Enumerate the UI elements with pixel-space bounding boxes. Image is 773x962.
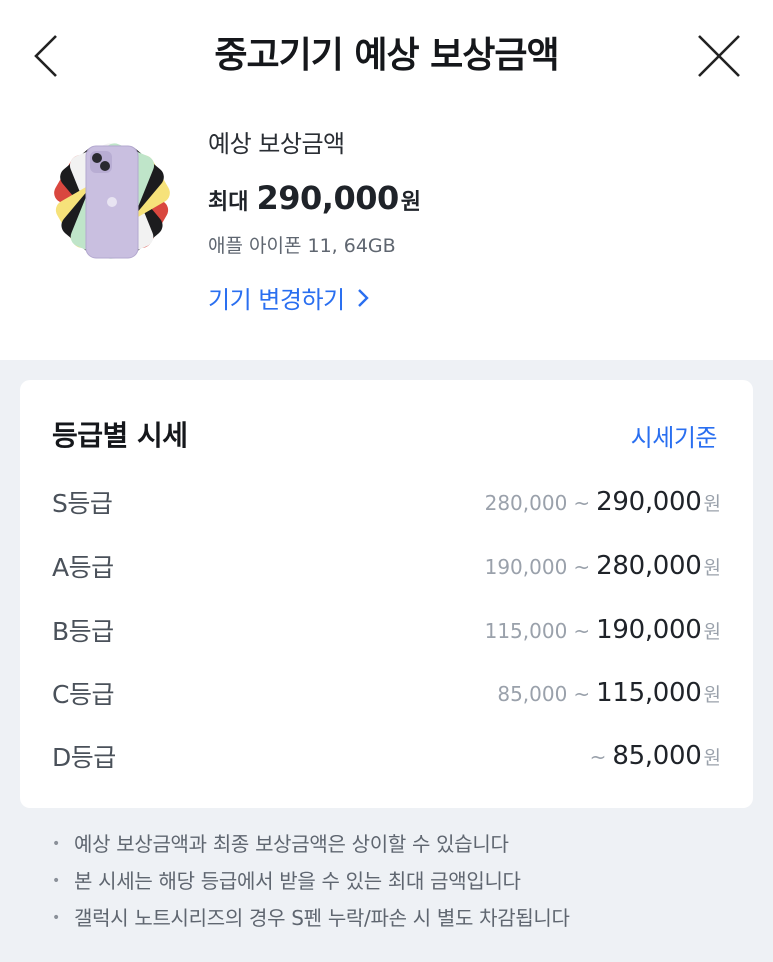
price-value: 290,000 [256, 179, 399, 217]
grade-max: 280,000 [596, 551, 702, 581]
grade-row-a: A등급 190,000 ~ 280,000 원 [52, 546, 721, 586]
grade-row-b: B등급 115,000 ~ 190,000 원 [52, 610, 721, 650]
price-prefix: 최대 [208, 190, 249, 215]
grade-tilde: ~ [573, 682, 591, 706]
grade-row-d: D등급 ~ 85,000 원 [52, 736, 721, 776]
grade-range: 85,000 ~ 115,000 원 [497, 678, 721, 708]
note-text: 갤럭시 노트시리즈의 경우 S펜 누락/파손 시 별도 차감됩니다 [74, 906, 570, 930]
close-icon [698, 35, 740, 77]
note-text: 예상 보상금액과 최종 보상금액은 상이할 수 있습니다 [74, 832, 509, 856]
max-price: 최대 290,000 원 [208, 179, 421, 217]
grade-tilde: ~ [589, 745, 607, 769]
grade-max: 85,000 [612, 741, 702, 771]
grade-price-card: 등급별 시세 시세기준 S등급 280,000 ~ 290,000 원 A등급 … [20, 380, 753, 808]
grade-unit: 원 [703, 684, 721, 706]
grade-label: S등급 [52, 489, 113, 518]
note-text: 본 시세는 해당 등급에서 받을 수 있는 최대 금액입니다 [74, 869, 521, 893]
grade-row-c: C등급 85,000 ~ 115,000 원 [52, 673, 721, 713]
bullet-icon: • [52, 910, 60, 926]
price-unit: 원 [400, 190, 421, 215]
header: 중고기기 예상 보상금액 [0, 0, 773, 108]
bullet-icon: • [52, 836, 60, 852]
grade-tilde: ~ [573, 619, 591, 643]
device-name: 애플 아이폰 11, 64GB [208, 235, 396, 257]
grade-unit: 원 [703, 621, 721, 643]
phone-image [48, 138, 176, 266]
grade-label: B등급 [52, 617, 114, 646]
price-criteria-link[interactable]: 시세기준 [631, 418, 718, 453]
bullet-icon: • [52, 873, 60, 889]
grade-range: 190,000 ~ 280,000 원 [485, 551, 721, 581]
grade-label: A등급 [52, 553, 114, 582]
grade-max: 190,000 [596, 615, 702, 645]
card-header: 등급별 시세 시세기준 [20, 380, 753, 490]
change-device-label: 기기 변경하기 [208, 286, 345, 314]
grade-min: 115,000 [484, 619, 568, 643]
grade-label: D등급 [52, 743, 116, 772]
note-item: • 갤럭시 노트시리즈의 경우 S펜 누락/파손 시 별도 차감됩니다 [52, 900, 752, 937]
grade-range: 280,000 ~ 290,000 원 [485, 487, 721, 517]
grade-max: 115,000 [596, 678, 702, 708]
grade-unit: 원 [703, 747, 721, 769]
grade-range: ~ 85,000 원 [584, 741, 721, 771]
grade-unit: 원 [703, 557, 721, 579]
top-section: 중고기기 예상 보상금액 예상 보상금액 최대 290,000 원 애플 아이폰… [0, 0, 773, 360]
notes-list: • 예상 보상금액과 최종 보상금액은 상이할 수 있습니다 • 본 시세는 해… [52, 826, 752, 937]
page-title: 중고기기 예상 보상금액 [214, 35, 559, 76]
note-item: • 본 시세는 해당 등급에서 받을 수 있는 최대 금액입니다 [52, 863, 752, 900]
estimate-label: 예상 보상금액 [208, 130, 345, 158]
change-device-link[interactable]: 기기 변경하기 [208, 280, 421, 315]
note-item: • 예상 보상금액과 최종 보상금액은 상이할 수 있습니다 [52, 826, 752, 863]
product-summary: 예상 보상금액 최대 290,000 원 애플 아이폰 11, 64GB 기기 … [0, 108, 773, 360]
grade-min: 190,000 [484, 555, 568, 579]
grade-label: C등급 [52, 680, 114, 709]
grade-row-s: S등급 280,000 ~ 290,000 원 [52, 482, 721, 522]
grade-min: 280,000 [484, 491, 568, 515]
product-info: 예상 보상금액 최대 290,000 원 애플 아이폰 11, 64GB 기기 … [208, 124, 421, 315]
grade-unit: 원 [703, 493, 721, 515]
grade-tilde: ~ [573, 555, 591, 579]
card-title: 등급별 시세 [52, 419, 188, 452]
grade-tilde: ~ [573, 491, 591, 515]
grade-max: 290,000 [596, 487, 702, 517]
grade-range: 115,000 ~ 190,000 원 [485, 615, 721, 645]
chevron-right-icon [357, 288, 369, 307]
close-button[interactable] [695, 30, 743, 82]
grade-min: 85,000 [497, 682, 568, 706]
